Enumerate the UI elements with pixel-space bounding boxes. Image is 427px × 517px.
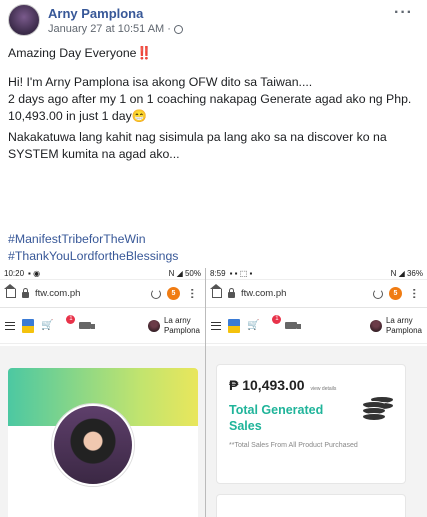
app-nav-bar: 🛒 1 La arny Pamplona	[206, 308, 427, 344]
user-avatar	[369, 319, 382, 332]
status-icons-left: ▪ ▪ ⬚ ▪	[229, 269, 253, 278]
profile-photo[interactable]	[52, 404, 134, 486]
brand-logo[interactable]	[22, 318, 34, 333]
brand-logo[interactable]	[228, 318, 240, 333]
screenshot-right[interactable]: 8:59 ▪ ▪ ⬚ ▪ N ◢ 36% ftw.com.ph 5 ⋯ 🛒 1 …	[206, 268, 427, 517]
user-menu[interactable]: La arny Pamplona	[369, 315, 422, 336]
menu-icon[interactable]: ⋯	[186, 288, 199, 299]
post-line-5: Nakakatuwa lang kahit nag sisimula pa la…	[8, 130, 387, 144]
post-text: Amazing Day Everyone‼️ Hi! I'm Arny Pamp…	[8, 45, 420, 163]
post-line-3: 2 days ago after my 1 on 1 coaching naka…	[8, 92, 412, 106]
post-timestamp[interactable]: January 27 at 10:51 AM	[48, 23, 164, 35]
cart-icon[interactable]: 🛒	[247, 320, 259, 331]
notification-badge-icon[interactable]: 1	[60, 314, 76, 331]
author-name[interactable]: Arny Pamplona	[48, 6, 143, 21]
menu-icon[interactable]: ⋯	[408, 288, 421, 299]
coins-icon	[363, 393, 393, 420]
status-time: 10:20	[4, 269, 25, 278]
post-line-1: Amazing Day Everyone‼️	[8, 46, 152, 60]
lock-icon	[228, 288, 235, 298]
total-generated-sales-label: Total Generated Sales	[229, 403, 324, 433]
user-menu[interactable]: La arny Pamplona	[147, 315, 200, 336]
reload-icon[interactable]	[151, 288, 161, 299]
post-line-2: Hi! I'm Arny Pamplona isa akong OFW dito…	[8, 75, 313, 89]
hamburger-icon[interactable]	[5, 321, 15, 330]
lock-icon	[22, 288, 29, 298]
home-icon[interactable]	[210, 284, 222, 298]
post-line-4: 10,493.00 in just 1 day😁	[8, 109, 148, 123]
browser-url-bar: ftw.com.ph 5 ⋯	[0, 280, 205, 308]
hashtag-link-1[interactable]: #ManifestTribeforTheWin	[8, 232, 146, 246]
truck-icon[interactable]	[285, 322, 302, 329]
sales-page-body: ₱ 10,493.00 view details Total Generated…	[206, 346, 427, 517]
url-text[interactable]: ftw.com.ph	[35, 288, 145, 299]
post-header: Arny Pamplona January 27 at 10:51 AM · ·…	[0, 0, 427, 40]
tab-count-badge[interactable]: 5	[167, 287, 180, 300]
user-name-line-1: La arny	[163, 315, 191, 325]
globe-icon	[173, 24, 183, 34]
app-nav-bar: 🛒 1 La arny Pamplona	[0, 308, 205, 344]
truck-icon[interactable]	[79, 322, 96, 329]
reload-icon[interactable]	[373, 288, 383, 299]
user-name-line-2: Pamplona	[163, 325, 200, 335]
next-card	[216, 494, 406, 517]
browser-url-bar: ftw.com.ph 5 ⋯	[206, 280, 427, 308]
author-avatar[interactable]	[8, 4, 40, 36]
sales-note: **Total Sales From All Product Purchased	[229, 442, 358, 449]
ellipsis-icon[interactable]: ···	[394, 4, 413, 22]
url-text[interactable]: ftw.com.ph	[241, 288, 367, 299]
sales-amount-value: ₱ 10,493.00	[229, 377, 305, 393]
notification-badge-icon[interactable]: 1	[266, 314, 282, 331]
status-right: N ◢ 36%	[390, 269, 423, 278]
user-name-line-2: Pamplona	[385, 325, 422, 335]
status-right: N ◢ 50%	[168, 269, 201, 278]
hamburger-icon[interactable]	[211, 321, 221, 330]
post-meta: January 27 at 10:51 AM ·	[48, 23, 183, 35]
status-time: 8:59	[210, 269, 226, 278]
status-icons-left: ▪ ◉	[28, 269, 41, 278]
hashtag-link-2[interactable]: #ThankYouLordfortheBlessings	[8, 249, 178, 263]
dot-separator: ·	[167, 23, 171, 35]
status-bar: 10:20 ▪ ◉ N ◢ 50%	[0, 268, 205, 280]
status-bar: 8:59 ▪ ▪ ⬚ ▪ N ◢ 36%	[206, 268, 427, 280]
post-line-6: SYSTEM kumita na agad ako...	[8, 147, 180, 161]
home-icon[interactable]	[4, 284, 16, 298]
sales-amount: ₱ 10,493.00 view details	[229, 377, 336, 393]
total-sales-card: ₱ 10,493.00 view details Total Generated…	[216, 364, 406, 484]
view-details-link[interactable]: view details	[311, 386, 337, 392]
user-name-line-1: La arny	[385, 315, 413, 325]
cart-icon[interactable]: 🛒	[41, 320, 53, 331]
tab-count-badge[interactable]: 5	[389, 287, 402, 300]
user-avatar	[147, 319, 160, 332]
profile-page-body	[0, 346, 205, 517]
screenshot-left[interactable]: 10:20 ▪ ◉ N ◢ 50% ftw.com.ph 5 ⋯ 🛒 1 La …	[0, 268, 205, 517]
